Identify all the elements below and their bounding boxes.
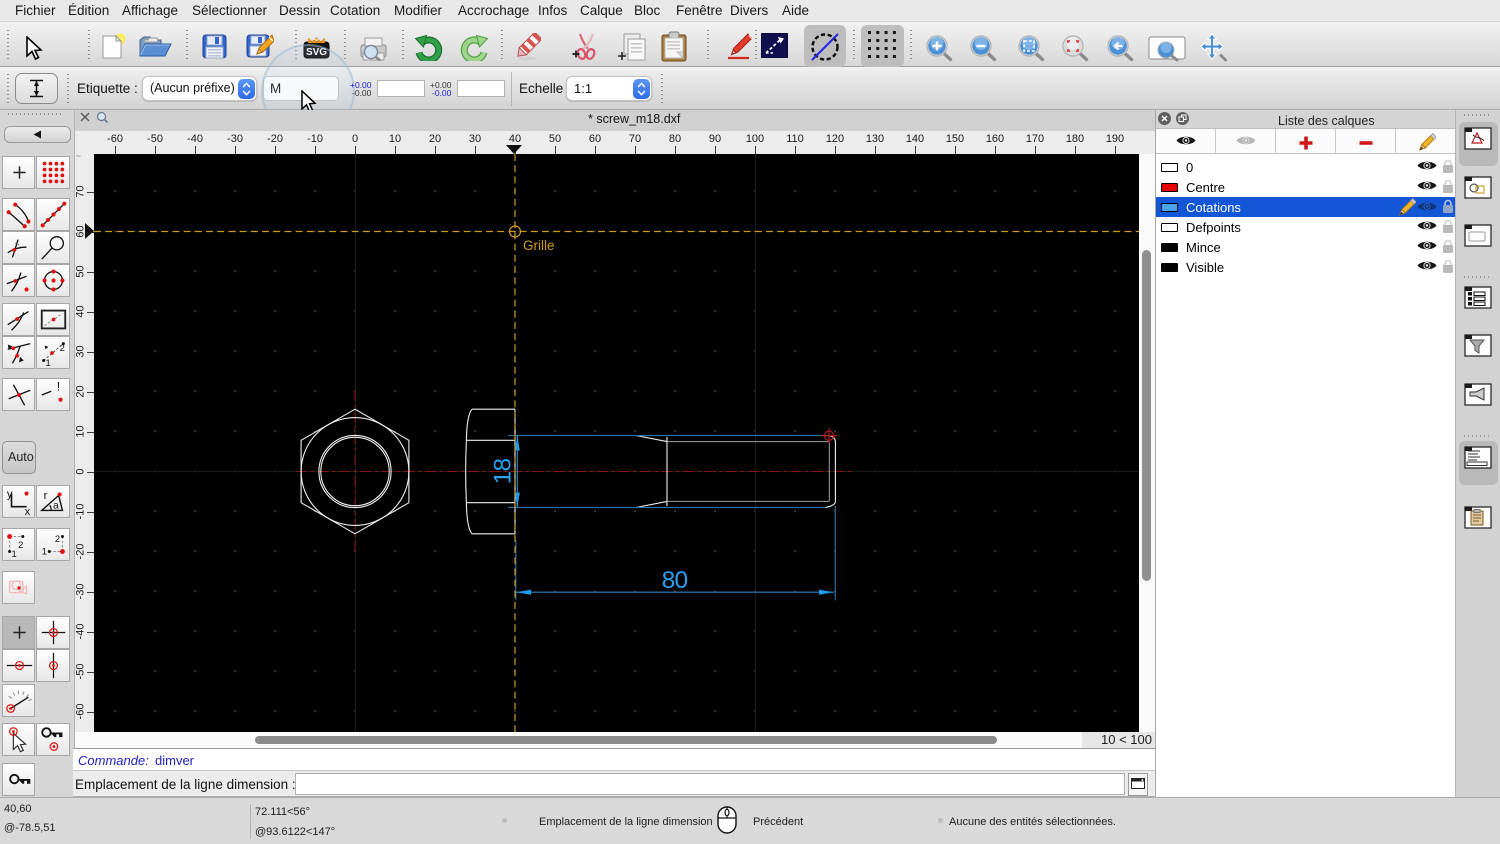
svg-text:80: 80	[662, 567, 688, 594]
svg-text:r: r	[44, 490, 48, 502]
svg-text:2: 2	[60, 342, 65, 353]
svg-text:1: 1	[11, 548, 16, 559]
svg-text:x: x	[24, 506, 30, 517]
svg-text:1: 1	[46, 357, 51, 368]
svg-text:2: 2	[18, 539, 23, 550]
svg-text:!: !	[57, 379, 60, 393]
svg-text:a: a	[53, 501, 59, 512]
svg-text:y: y	[6, 488, 12, 500]
svg-text:Grille: Grille	[523, 238, 555, 253]
svg-text:18: 18	[490, 459, 517, 485]
svg-text:2: 2	[55, 533, 60, 544]
svg-text:1: 1	[42, 545, 47, 556]
